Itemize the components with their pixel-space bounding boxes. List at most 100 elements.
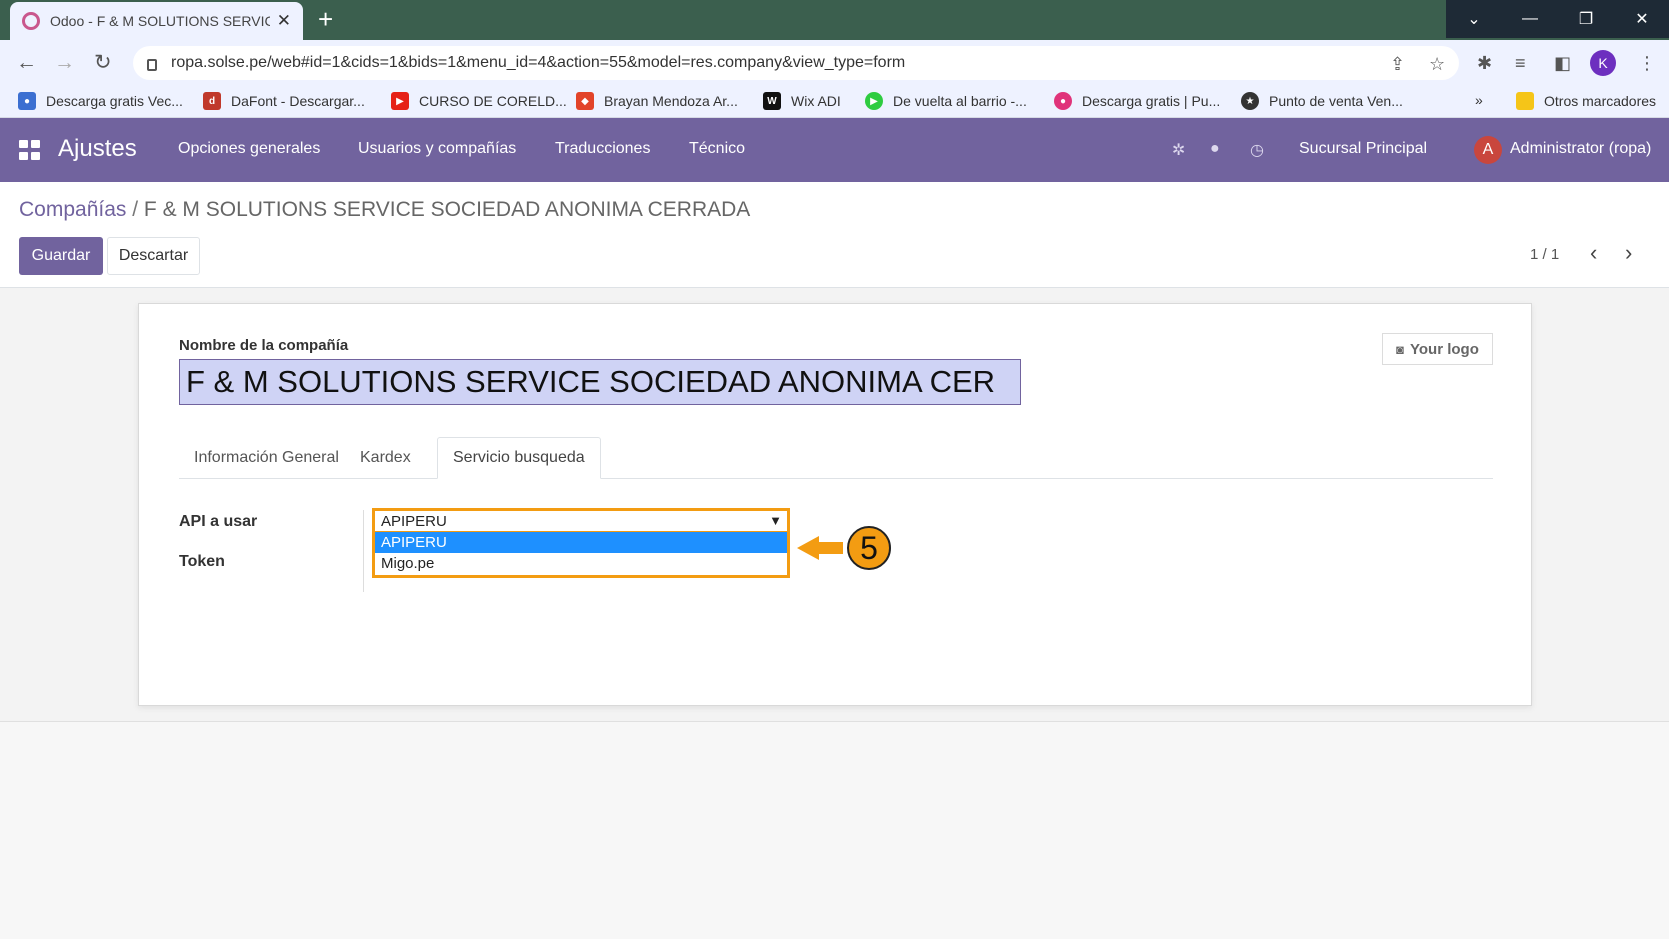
lock-icon[interactable] xyxy=(147,59,157,71)
bookmarks-bar: ● Descarga gratis Vec... d DaFont - Desc… xyxy=(0,86,1669,118)
bookmark-label: Brayan Mendoza Ar... xyxy=(604,93,738,109)
bookmark-label: DaFont - Descargar... xyxy=(231,93,365,109)
company-name-label: Nombre de la compañía xyxy=(179,337,349,354)
menu-tecnico[interactable]: Técnico xyxy=(689,140,745,158)
apps-menu-icon[interactable] xyxy=(19,140,41,160)
folder-icon xyxy=(1516,92,1534,110)
api-select-value: APIPERU xyxy=(381,512,447,530)
form-tabs: Información General Kardex Servicio busq… xyxy=(179,437,1493,479)
control-panel: Compañías / F & M SOLUTIONS SERVICE SOCI… xyxy=(0,182,1669,288)
pager-value[interactable]: 1 / 1 xyxy=(1530,246,1559,263)
reload-icon[interactable]: ↻ xyxy=(94,50,112,76)
field-divider xyxy=(363,510,364,592)
menu-opciones-generales[interactable]: Opciones generales xyxy=(178,140,320,158)
browser-tab-strip: Odoo - F & M SOLUTIONS SERVICE ✕ + ⌄ — ❐… xyxy=(0,0,1669,40)
chevron-down-icon: ▼ xyxy=(769,513,782,528)
app-brand[interactable]: Ajustes xyxy=(58,135,137,163)
bookmark-item[interactable]: ▶ CURSO DE CORELD... xyxy=(391,92,567,110)
odoo-navbar: Ajustes Opciones generales Usuarios y co… xyxy=(0,118,1669,182)
browser-toolbar: ← → ↻ ropa.solse.pe/web#id=1&cids=1&bids… xyxy=(0,40,1669,86)
play-icon: ▶ xyxy=(865,92,883,110)
save-button[interactable]: Guardar xyxy=(19,237,103,275)
breadcrumb-separator: / xyxy=(126,198,144,221)
minimize-button[interactable]: — xyxy=(1502,0,1558,38)
bookmark-item[interactable]: ● Descarga gratis Vec... xyxy=(18,92,183,110)
bookmark-star-icon[interactable]: ☆ xyxy=(1429,54,1445,75)
bookmark-label: Punto de venta Ven... xyxy=(1269,93,1403,109)
menu-traducciones[interactable]: Traducciones xyxy=(555,140,650,158)
address-bar[interactable]: ropa.solse.pe/web#id=1&cids=1&bids=1&men… xyxy=(133,46,1459,80)
bookmark-item[interactable]: ▶ De vuelta al barrio -... xyxy=(865,92,1027,110)
other-bookmarks-folder[interactable]: Otros marcadores xyxy=(1516,92,1656,110)
bookmark-label: Descarga gratis | Pu... xyxy=(1082,93,1221,109)
your-logo-button[interactable]: ◙ Your logo xyxy=(1382,333,1493,365)
bookmark-item[interactable]: ◆ Brayan Mendoza Ar... xyxy=(576,92,738,110)
bookmark-item[interactable]: d DaFont - Descargar... xyxy=(203,92,365,110)
bookmark-label: De vuelta al barrio -... xyxy=(893,93,1027,109)
back-arrow-icon[interactable]: ← xyxy=(16,50,37,76)
other-bookmarks-label: Otros marcadores xyxy=(1544,93,1657,109)
api-label: API a usar xyxy=(179,513,258,530)
browser-tab[interactable]: Odoo - F & M SOLUTIONS SERVICE ✕ xyxy=(10,2,303,40)
api-option-apiperu[interactable]: APIPERU xyxy=(375,532,787,553)
wix-icon: W xyxy=(763,92,781,110)
reading-list-icon[interactable]: ≡ xyxy=(1515,53,1526,74)
star-badge-icon: ★ xyxy=(1241,92,1259,110)
bookmark-item[interactable]: ★ Punto de venta Ven... xyxy=(1241,92,1403,110)
bookmark-label: CURSO DE CORELD... xyxy=(419,93,567,109)
url-text[interactable]: ropa.solse.pe/web#id=1&cids=1&bids=1&men… xyxy=(171,54,905,72)
more-menu-icon[interactable]: ⋮ xyxy=(1638,53,1656,74)
breadcrumb: Compañías / F & M SOLUTIONS SERVICE SOCI… xyxy=(19,198,750,222)
freepik-icon: ● xyxy=(18,92,36,110)
company-name-input[interactable]: F & M SOLUTIONS SERVICE SOCIEDAD ANONIMA… xyxy=(179,359,1021,405)
tab-informacion-general[interactable]: Información General xyxy=(179,437,354,479)
bookmark-item[interactable]: W Wix ADI xyxy=(763,92,841,110)
tab-title: Odoo - F & M SOLUTIONS SERVICE xyxy=(50,13,270,29)
side-panel-icon[interactable]: ◧ xyxy=(1554,53,1571,74)
youtube-icon: ▶ xyxy=(391,92,409,110)
profile-avatar[interactable]: K xyxy=(1590,50,1616,76)
menu-usuarios-companias[interactable]: Usuarios y compañías xyxy=(358,140,516,158)
breadcrumb-parent[interactable]: Compañías xyxy=(19,198,126,221)
share-icon[interactable]: ⇪ xyxy=(1390,54,1405,75)
breadcrumb-current: F & M SOLUTIONS SERVICE SOCIEDAD ANONIMA… xyxy=(143,198,751,221)
bookmark-label: Wix ADI xyxy=(791,93,841,109)
more-bookmarks-button[interactable]: » xyxy=(1475,92,1483,108)
api-select[interactable]: APIPERU ▼ xyxy=(372,508,790,534)
user-avatar[interactable]: A xyxy=(1474,136,1502,164)
tab-close-icon[interactable]: ✕ xyxy=(277,11,291,31)
step-number-badge: 5 xyxy=(847,526,891,570)
annotation-arrow-shaft xyxy=(817,542,843,554)
api-option-migo[interactable]: Migo.pe xyxy=(375,553,787,574)
dafont-icon: d xyxy=(203,92,221,110)
new-tab-button[interactable]: + xyxy=(318,6,333,32)
page-footer-area xyxy=(0,722,1669,939)
camera-icon: ◙ xyxy=(1396,341,1404,357)
discard-button[interactable]: Descartar xyxy=(107,237,200,275)
more-bookmarks-label: » xyxy=(1475,92,1483,108)
forward-arrow-icon[interactable]: → xyxy=(54,50,75,76)
token-label: Token xyxy=(179,553,225,570)
user-menu[interactable]: Administrator (ropa) xyxy=(1510,140,1651,158)
tab-servicio-busqueda[interactable]: Servicio busqueda xyxy=(437,437,601,479)
pager-previous-icon[interactable]: ‹ xyxy=(1590,240,1597,266)
tab-kardex[interactable]: Kardex xyxy=(345,437,426,479)
pager-next-icon[interactable]: › xyxy=(1625,240,1632,266)
your-logo-label: Your logo xyxy=(1409,340,1479,358)
api-dropdown-list: APIPERU Migo.pe xyxy=(372,532,790,578)
annotation-arrow-icon xyxy=(797,536,819,560)
bookmark-label: Descarga gratis Vec... xyxy=(46,93,183,109)
drop-icon: ● xyxy=(1054,92,1072,110)
bookmark-item[interactable]: ● Descarga gratis | Pu... xyxy=(1054,92,1220,110)
debug-bug-icon[interactable]: ✲ xyxy=(1172,140,1185,160)
company-switcher[interactable]: Sucursal Principal xyxy=(1299,140,1427,158)
messages-icon[interactable]: ● xyxy=(1210,140,1220,158)
form-sheet: Nombre de la compañía F & M SOLUTIONS SE… xyxy=(138,303,1532,706)
activity-clock-icon[interactable]: ◷ xyxy=(1250,140,1264,160)
odoo-favicon-icon xyxy=(22,12,40,30)
restore-button[interactable]: ❐ xyxy=(1558,0,1614,38)
extensions-icon[interactable]: ✱ xyxy=(1477,53,1492,74)
tab-search-icon[interactable]: ⌄ xyxy=(1446,0,1502,38)
gitlab-icon: ◆ xyxy=(576,92,594,110)
close-window-button[interactable]: ✕ xyxy=(1614,0,1669,38)
